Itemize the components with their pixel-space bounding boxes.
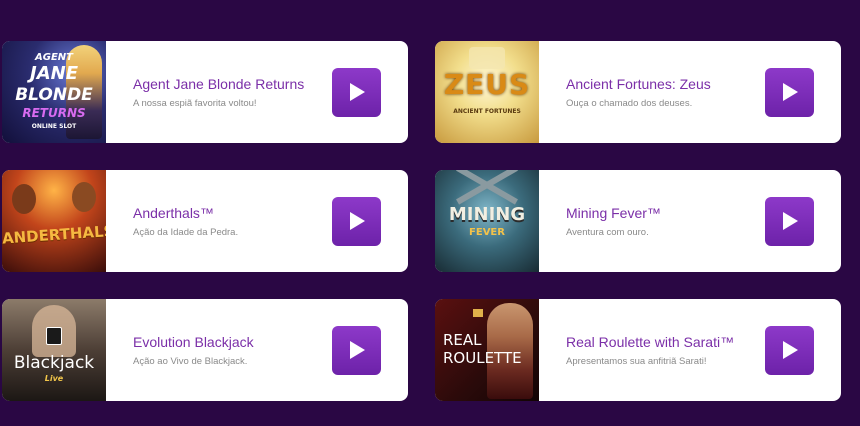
play-button[interactable] (765, 67, 814, 117)
game-thumbnail[interactable]: REAL ROULETTE (435, 299, 539, 401)
game-thumbnail[interactable]: ZEUS ANCIENT FORTUNES (435, 41, 539, 143)
game-card-mining-fever[interactable]: MINING FEVER Mining Fever™ Aventura com … (435, 170, 841, 272)
game-description: Aventura com ouro. (566, 226, 649, 238)
game-title[interactable]: Agent Jane Blonde Returns (133, 76, 332, 92)
play-button[interactable] (332, 67, 381, 117)
game-grid: AGENT JANE BLONDE RETURNS ONLINE SLOT Ag… (0, 0, 860, 426)
play-icon (782, 83, 798, 101)
play-button[interactable] (765, 196, 814, 246)
game-title[interactable]: Anderthals™ (133, 205, 332, 221)
play-button[interactable] (332, 325, 381, 375)
game-title[interactable]: Real Roulette with Sarati™ (566, 334, 765, 350)
game-card-evolution-blackjack[interactable]: Blackjack Live Evolution Blackjack Ação … (2, 299, 408, 401)
game-description: Apresentamos sua anfitriã Sarati! (566, 355, 707, 367)
play-icon (349, 83, 365, 101)
game-description: Ação da Idade da Pedra. (133, 226, 239, 238)
game-card-ancient-fortunes-zeus[interactable]: ZEUS ANCIENT FORTUNES Ancient Fortunes: … (435, 41, 841, 143)
game-title[interactable]: Mining Fever™ (566, 205, 765, 221)
game-thumbnail[interactable]: MINING FEVER (435, 170, 539, 272)
game-card-real-roulette-sarati[interactable]: REAL ROULETTE Real Roulette with Sarati™… (435, 299, 841, 401)
play-icon (349, 341, 365, 359)
game-thumbnail[interactable]: ANDERTHALS (2, 170, 106, 272)
game-title[interactable]: Evolution Blackjack (133, 334, 332, 350)
game-title[interactable]: Ancient Fortunes: Zeus (566, 76, 765, 92)
play-button[interactable] (332, 196, 381, 246)
play-icon (782, 341, 798, 359)
game-description: Ouça o chamado dos deuses. (566, 97, 693, 109)
game-description: Ação ao Vivo de Blackjack. (133, 355, 248, 367)
game-description: A nossa espiã favorita voltou! (133, 97, 257, 109)
game-card-anderthals[interactable]: ANDERTHALS Anderthals™ Ação da Idade da … (2, 170, 408, 272)
game-card-agent-jane-blonde[interactable]: AGENT JANE BLONDE RETURNS ONLINE SLOT Ag… (2, 41, 408, 143)
play-icon (782, 212, 798, 230)
game-thumbnail[interactable]: Blackjack Live (2, 299, 106, 401)
play-button[interactable] (765, 325, 814, 375)
play-icon (349, 212, 365, 230)
game-thumbnail[interactable]: AGENT JANE BLONDE RETURNS ONLINE SLOT (2, 41, 106, 143)
